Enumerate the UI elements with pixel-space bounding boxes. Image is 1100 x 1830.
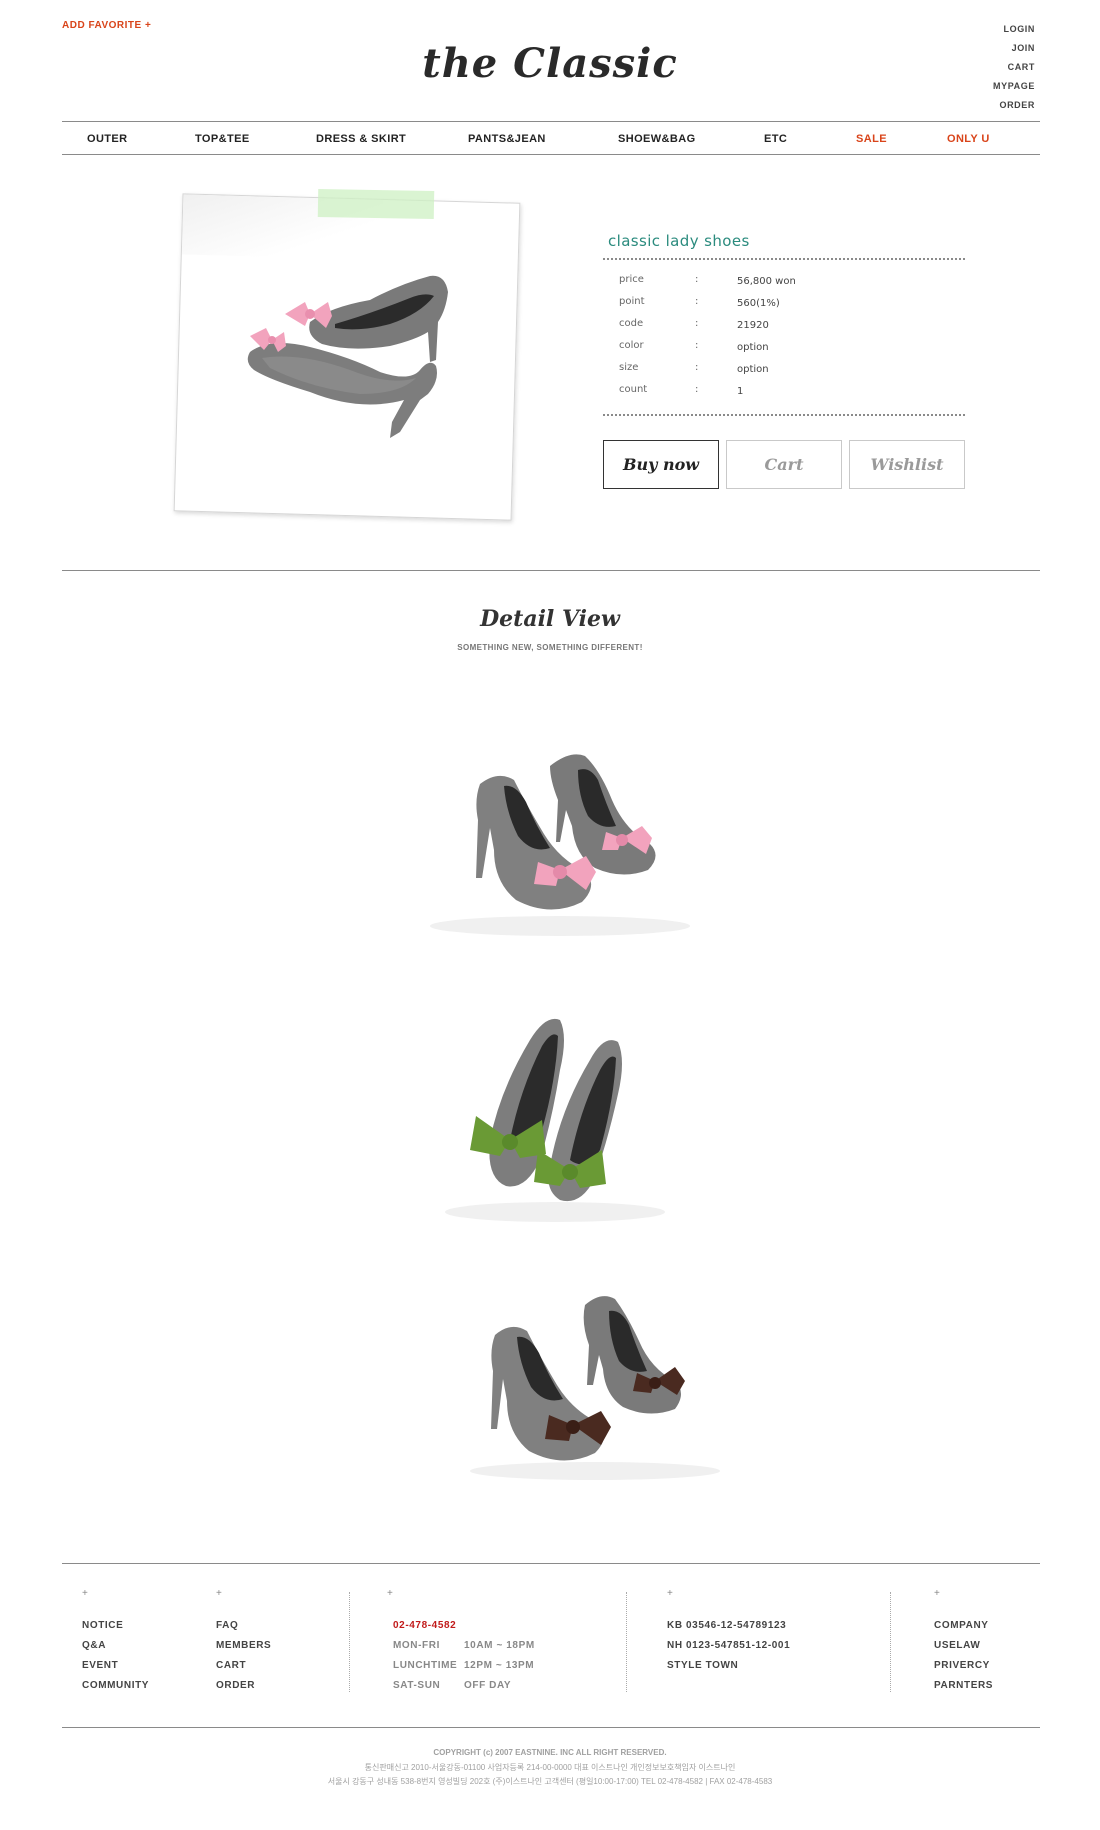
hours-row: SAT-SUN OFF DAY (393, 1676, 511, 1696)
product-name: classic lady shoes (608, 232, 750, 250)
divider (603, 258, 965, 260)
nav-item-shoes-bag[interactable]: SHOEW&BAG (618, 133, 696, 145)
footer-link-order[interactable]: ORDER (216, 1676, 271, 1696)
spec-row-code: code: 21920 (619, 314, 969, 336)
spec-row-price: price: 56,800 won (619, 270, 969, 292)
footer-link-event[interactable]: EVENT (82, 1656, 149, 1676)
footer-divider-top (62, 1563, 1040, 1564)
spec-row-color: color: option (619, 336, 969, 358)
copyright: COPYRIGHT (c) 2007 EASTNINE. INC ALL RIG… (433, 1748, 667, 1757)
photo-tape (317, 188, 435, 220)
main-navigation: OUTER TOP&TEE DRESS & SKIRT PANTS&JEAN S… (62, 121, 1040, 155)
spec-row-point: point: 560(1%) (619, 292, 969, 314)
footer-link-privacy[interactable]: PRIVERCY (934, 1656, 993, 1676)
account-holder: STYLE TOWN (667, 1660, 739, 1671)
spec-row-count: count: 1 (619, 380, 969, 402)
buy-now-button[interactable]: Buy now (603, 440, 719, 489)
footer-separator (890, 1592, 891, 1692)
hours-label: SAT-SUN (393, 1680, 441, 1691)
nav-item-pants-jean[interactable]: PANTS&JEAN (468, 133, 546, 145)
footer-link-community[interactable]: COMMUNITY (82, 1676, 149, 1696)
plus-icon: + (387, 1588, 393, 1599)
hours-value: 12PM ~ 13PM (464, 1660, 535, 1671)
hours-value: OFF DAY (464, 1680, 512, 1691)
spec-value: 56,800 won (737, 276, 796, 287)
footer-separator (349, 1592, 350, 1692)
hours-row: MON-FRI 10AM ~ 18PM (393, 1636, 534, 1656)
nav-item-only-u[interactable]: ONLY U (947, 133, 990, 145)
nav-item-dress-skirt[interactable]: DRESS & SKIRT (316, 133, 406, 145)
util-order-link[interactable]: ORDER (993, 96, 1035, 115)
spec-label: count (619, 384, 648, 395)
wishlist-button[interactable]: Wishlist (849, 440, 965, 489)
detail-photo-brown (455, 1285, 745, 1485)
quantity-field[interactable]: 1 (737, 386, 743, 397)
size-option-select[interactable]: option (737, 364, 769, 375)
util-mypage-link[interactable]: MYPAGE (993, 77, 1035, 96)
spec-sep: : (695, 318, 699, 329)
spec-row-size: size: option (619, 358, 969, 380)
util-login-link[interactable]: LOGIN (993, 20, 1035, 39)
footer-links-community: NOTICE Q&A EVENT COMMUNITY (82, 1616, 149, 1696)
nav-item-outer[interactable]: OUTER (87, 133, 128, 145)
product-spec-list: price: 56,800 won point: 560(1%) code: 2192… (619, 270, 969, 402)
spec-label: size (619, 362, 639, 373)
spec-sep: : (695, 384, 699, 395)
add-favorite-link[interactable]: ADD FAVORITE + (62, 20, 151, 31)
divider (603, 414, 965, 416)
detail-view-title: Detail View (480, 606, 620, 632)
footer-link-uselaw[interactable]: USELAW (934, 1636, 993, 1656)
plus-icon: + (216, 1588, 222, 1599)
footer-links-company: COMPANY USELAW PRIVERCY PARNTERS (934, 1616, 993, 1696)
spec-label: price (619, 274, 644, 285)
footer-link-company[interactable]: COMPANY (934, 1616, 993, 1636)
footer-link-members[interactable]: MEMBERS (216, 1636, 271, 1656)
spec-label: color (619, 340, 644, 351)
bank-account-kb: KB 03546-12-54789123 (667, 1620, 787, 1631)
add-to-cart-button[interactable]: Cart (726, 440, 842, 489)
detail-photo-pink (410, 730, 710, 940)
color-option-select[interactable]: option (737, 342, 769, 353)
util-cart-link[interactable]: CART (993, 58, 1035, 77)
utility-links: LOGIN JOIN CART MYPAGE ORDER (993, 20, 1035, 115)
hours-value: 10AM ~ 18PM (464, 1640, 535, 1651)
cs-phone: 02-478-4582 (393, 1620, 457, 1631)
footer-link-partners[interactable]: PARNTERS (934, 1676, 993, 1696)
hours-label: MON-FRI (393, 1640, 440, 1651)
nav-item-top-tee[interactable]: TOP&TEE (195, 133, 250, 145)
spec-value: 21920 (737, 320, 769, 331)
hours-label: LUNCHTIME (393, 1660, 458, 1671)
spec-sep: : (695, 274, 699, 285)
spec-label: point (619, 296, 645, 307)
footer-bank-info: KB 03546-12-54789123 NH 0123-547851-12-0… (667, 1616, 790, 1676)
footer-divider-bottom (62, 1727, 1040, 1728)
site-logo[interactable]: the Classic (0, 40, 1100, 87)
address-info: 서울시 강동구 성내동 538-8번지 영성빌딩 202호 (주)이스트나인 고… (327, 1777, 773, 1786)
spec-value: 560(1%) (737, 298, 780, 309)
footer-separator (626, 1592, 627, 1692)
footer-customer-center: 02-478-4582 MON-FRI 10AM ~ 18PM LUNCHTIME… (393, 1616, 534, 1696)
plus-icon: + (82, 1588, 88, 1599)
plus-icon: + (667, 1588, 673, 1599)
plus-icon: + (934, 1588, 940, 1599)
product-image (247, 275, 448, 438)
footer-link-notice[interactable]: NOTICE (82, 1616, 149, 1636)
nav-item-etc[interactable]: ETC (764, 133, 787, 145)
footer-link-qna[interactable]: Q&A (82, 1636, 149, 1656)
spec-label: code (619, 318, 644, 329)
footer-link-cart[interactable]: CART (216, 1656, 271, 1676)
spec-sep: : (695, 362, 699, 373)
footer-links-members: FAQ MEMBERS CART ORDER (216, 1616, 271, 1696)
bank-account-nh: NH 0123-547851-12-001 (667, 1640, 791, 1651)
spec-sep: : (695, 340, 699, 351)
spec-sep: : (695, 296, 699, 307)
util-join-link[interactable]: JOIN (993, 39, 1035, 58)
business-info: 통신판매신고 2010-서울강동-01100 사업자등록 214-00-0000… (364, 1763, 736, 1772)
hours-row: LUNCHTIME 12PM ~ 13PM (393, 1656, 534, 1676)
detail-photo-green (430, 990, 680, 1230)
footer-link-faq[interactable]: FAQ (216, 1616, 271, 1636)
nav-item-sale[interactable]: SALE (856, 133, 887, 145)
section-divider (62, 570, 1040, 571)
detail-view-subtitle: SOMETHING NEW, SOMETHING DIFFERENT! (457, 643, 643, 652)
